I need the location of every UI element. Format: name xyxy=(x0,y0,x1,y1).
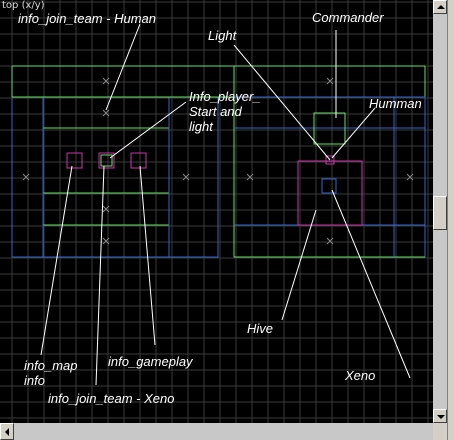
label-xeno: Xeno xyxy=(345,368,376,383)
human-base-brushes[interactable] xyxy=(11,96,219,258)
label-player-start-3: light xyxy=(189,119,213,134)
arrow-up-icon xyxy=(437,5,445,9)
pointer-humman xyxy=(331,107,376,159)
scroll-up-button[interactable] xyxy=(433,0,447,14)
label-info-map: info_map xyxy=(24,358,78,373)
label-light: Light xyxy=(208,28,237,43)
annotation-pointers xyxy=(40,23,411,386)
scroll-left-button[interactable] xyxy=(0,423,14,440)
scroll-down-button[interactable] xyxy=(433,409,447,423)
pointer-join-xeno xyxy=(95,165,105,386)
vertical-scroll-thumb[interactable] xyxy=(433,196,447,230)
label-player-start-1: Info_player_ xyxy=(189,89,261,104)
top-orthographic-viewport[interactable]: top (x/y) info_join_team - Human Command… xyxy=(0,0,433,423)
label-join-team-xeno: info_join_team - Xeno xyxy=(48,391,175,406)
label-info: info xyxy=(24,373,45,388)
vertical-scrollbar[interactable] xyxy=(433,0,447,423)
xeno-entity xyxy=(321,178,337,194)
label-humman: Humman xyxy=(369,96,422,111)
label-commander: Commander xyxy=(312,10,384,25)
window-frame-edge xyxy=(447,0,454,440)
label-join-team-human: info_join_team - Human xyxy=(18,11,157,26)
label-player-start-2: Start and xyxy=(189,104,242,119)
label-info-gameplay: info_gameplay xyxy=(108,354,193,369)
pointer-xeno xyxy=(331,189,411,379)
info-map-entity xyxy=(66,152,83,169)
label-hive: Hive xyxy=(247,321,274,336)
viewport-title: top (x/y) xyxy=(2,0,45,11)
info-gameplay-entity xyxy=(130,152,147,169)
horizontal-scrollbar[interactable] xyxy=(0,423,447,440)
arrow-down-icon xyxy=(437,415,445,419)
arrow-left-icon xyxy=(5,428,9,436)
scrollbar-corner xyxy=(433,423,447,440)
